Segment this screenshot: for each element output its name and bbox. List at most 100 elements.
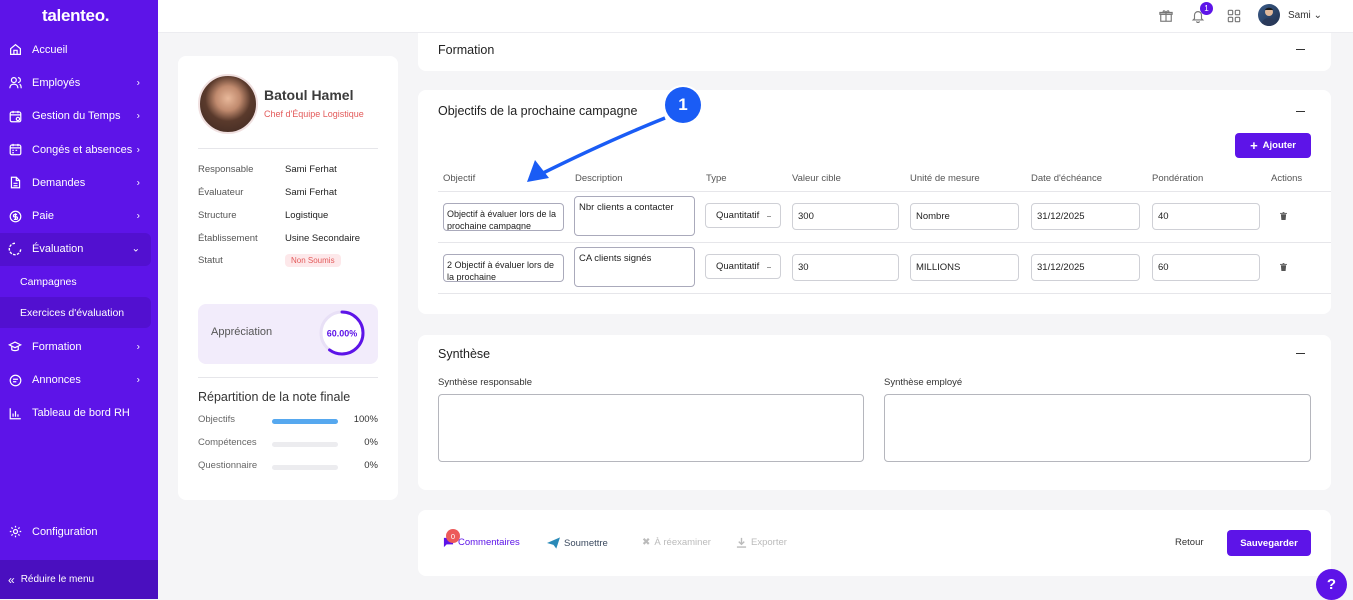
status-badge: Non Soumis [285, 254, 341, 267]
comment-count-badge: 0 [446, 529, 460, 543]
type-select[interactable]: Quantitatif [705, 254, 781, 279]
target-value-input[interactable]: 300 [792, 203, 899, 230]
sidebar-config: Configuration [0, 515, 158, 548]
save-button[interactable]: Sauvegarder [1227, 530, 1311, 556]
sidebar-item-demandes[interactable]: Demandes › [0, 166, 158, 199]
graduation-icon [8, 340, 22, 354]
chart-icon [8, 406, 22, 420]
synthese-responsable-textarea[interactable] [438, 394, 864, 462]
column-header: Type [706, 173, 727, 184]
column-header: Actions [1271, 173, 1303, 184]
description-textarea[interactable]: Nbr clients a contacter [574, 196, 695, 236]
objective-textarea[interactable]: Objectif à évaluer lors de la prochaine … [443, 203, 564, 231]
close-icon: ✖ [642, 537, 651, 548]
sidebar-item-label: Gestion du Temps [32, 110, 121, 123]
column-header: Pondération [1152, 173, 1204, 184]
employee-profile-card: Batoul Hamel Chef d'Équipe Logistique Re… [178, 56, 398, 500]
due-date-input[interactable]: 31/12/2025 [1031, 254, 1140, 281]
sidebar-item-evaluation[interactable]: Évaluation ⌄ [0, 232, 151, 267]
sidebar-subitem-label: Campagnes [20, 275, 77, 288]
info-value: Logistique [285, 210, 329, 221]
weight-input[interactable]: 40 [1152, 203, 1260, 230]
sidebar-item-annonces[interactable]: Annonces › [0, 363, 158, 396]
gift-icon[interactable] [1158, 8, 1174, 24]
plus-icon: + [1250, 137, 1258, 153]
sidebar-item-gestion-temps[interactable]: Gestion du Temps › [0, 100, 158, 133]
field-label: Synthèse employé [884, 377, 963, 388]
synthese-employe-textarea[interactable] [884, 394, 1311, 462]
annotation-arrow-icon [527, 116, 666, 182]
notification-badge: 1 [1200, 2, 1213, 15]
sidebar-item-tableau-bord[interactable]: Tableau de bord RH [0, 397, 158, 430]
appreciation-box: Appréciation 60.00% [198, 304, 378, 364]
sidebar-item-label: Configuration [32, 525, 98, 538]
reexamine-label: À réexaminer [654, 537, 711, 548]
chevron-right-icon: › [136, 110, 140, 122]
objective-textarea[interactable]: 2 Objectif à évaluer lors de la prochain… [443, 254, 564, 282]
divider [198, 377, 378, 378]
collapse-icon[interactable] [1296, 353, 1305, 354]
sidebar-subitem-exercices[interactable]: Exercices d'évaluation [0, 297, 151, 329]
home-icon [8, 43, 22, 57]
formation-section: Formation [418, 33, 1331, 71]
divider [438, 191, 1331, 192]
due-date-input[interactable]: 31/12/2025 [1031, 203, 1140, 230]
info-value: Usine Secondaire [285, 233, 360, 244]
sidebar-item-formation[interactable]: Formation › [0, 330, 158, 363]
collapse-icon[interactable] [1296, 111, 1305, 112]
export-label: Exporter [751, 537, 787, 548]
section-title: Synthèse [438, 347, 491, 361]
repartition-label: Questionnaire [198, 460, 258, 471]
sidebar-item-label: Annonces [32, 374, 81, 387]
weight-input[interactable]: 60 [1152, 254, 1260, 281]
sidebar-subitem-campagnes[interactable]: Campagnes [0, 266, 158, 297]
export-button[interactable]: Exporter [736, 537, 787, 548]
target-value-input[interactable]: 30 [792, 254, 899, 281]
back-button[interactable]: Retour [1175, 537, 1204, 548]
trash-icon[interactable] [1279, 212, 1287, 220]
user-avatar[interactable] [1258, 4, 1280, 26]
brand-logo[interactable]: talenteo. [42, 6, 110, 26]
trash-icon[interactable] [1279, 263, 1287, 271]
collapse-menu-button[interactable]: « Réduire le menu [0, 560, 158, 599]
chevron-right-icon: › [136, 177, 140, 189]
type-select[interactable]: Quantitatif [705, 203, 781, 228]
add-objective-button[interactable]: + Ajouter [1235, 133, 1311, 158]
calendar-clock-icon [8, 109, 22, 123]
sidebar-item-configuration[interactable]: Configuration [0, 515, 158, 548]
user-name: Sami [1288, 10, 1311, 21]
info-label: Responsable [198, 164, 254, 175]
sidebar-item-conges[interactable]: Congés et absences › [0, 133, 158, 166]
reexamine-button[interactable]: ✖ À réexaminer [642, 537, 711, 548]
sidebar-item-accueil[interactable]: Accueil [0, 33, 158, 66]
unit-input[interactable]: MILLIONS [910, 254, 1019, 281]
apps-grid-icon[interactable] [1226, 8, 1242, 24]
calendar-icon [8, 143, 22, 157]
help-button[interactable]: ? [1316, 569, 1347, 600]
sidebar-item-label: Accueil [32, 43, 68, 56]
sidebar-item-paie[interactable]: Paie › [0, 199, 158, 232]
repartition-label: Compétences [198, 437, 257, 448]
unit-input[interactable]: Nombre [910, 203, 1019, 230]
topbar: 1 Sami ⌄ [158, 0, 1353, 33]
column-header: Objectif [443, 173, 476, 184]
column-header: Valeur cible [792, 173, 841, 184]
info-label: Statut [198, 255, 223, 266]
appreciation-value: 60.00% [327, 329, 358, 339]
double-chevron-left-icon: « [8, 572, 15, 587]
sidebar-item-label: Évaluation [32, 243, 84, 256]
user-menu[interactable]: Sami ⌄ [1288, 10, 1322, 21]
divider [438, 242, 1331, 243]
repartition-row: Compétences 0% [198, 437, 378, 449]
submit-button[interactable]: Soumettre [547, 537, 608, 549]
info-label: Structure [198, 210, 237, 221]
description-textarea[interactable]: CA clients signés [574, 247, 695, 287]
sidebar-item-employes[interactable]: Employés › [0, 66, 158, 99]
employee-role: Chef d'Équipe Logistique [264, 109, 364, 119]
repartition-row: Questionnaire 0% [198, 460, 378, 472]
repartition-pct: 0% [364, 460, 378, 471]
chevron-right-icon: › [136, 341, 140, 353]
collapse-icon[interactable] [1296, 49, 1305, 50]
download-icon [736, 537, 747, 548]
sidebar-item-label: Employés [32, 76, 81, 89]
